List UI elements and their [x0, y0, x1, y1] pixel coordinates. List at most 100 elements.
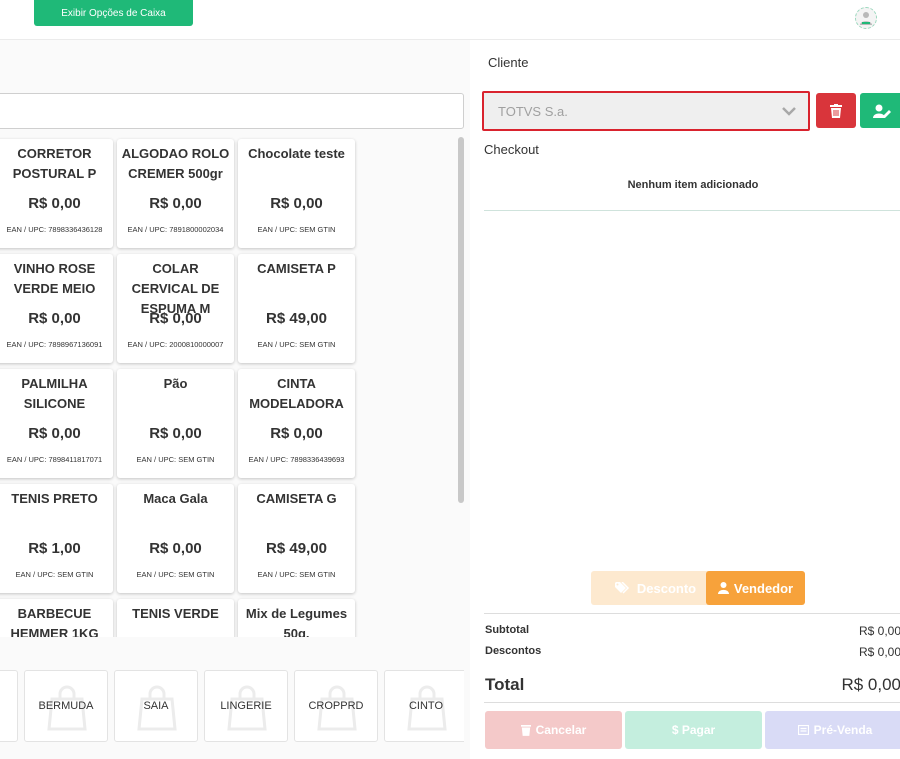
edit-client-button[interactable] [860, 93, 900, 128]
category-card[interactable] [0, 670, 18, 742]
category-bar: BERMUDA SAIA LINGERIE CROPPRD CINTO [0, 670, 464, 746]
divider [484, 613, 900, 614]
subtotal-row: Subtotal R$ 0,00 [485, 624, 900, 638]
product-grid-viewport: CORRETOR POSTURAL P R$ 0,00 EAN / UPC: 789… [0, 137, 458, 637]
category-card[interactable]: LINGERIE [204, 670, 288, 742]
product-name: TENIS VERDE [132, 606, 219, 621]
seller-button[interactable]: Vendedor [706, 571, 805, 605]
client-label: Cliente [488, 55, 529, 70]
pre-sale-button[interactable]: Pré-Venda [765, 711, 900, 749]
product-ean: EAN / UPC: 2000810000007 [127, 340, 224, 349]
checkout-label: Checkout [484, 142, 539, 157]
remove-client-button[interactable] [816, 93, 856, 128]
product-card[interactable]: CINTA MODELADORA R$ 0,00 EAN / UPC: 789833… [238, 369, 355, 478]
product-name: CORRETOR POSTURAL P [12, 146, 97, 181]
empty-cart-message: Nenhum item adicionado [627, 179, 759, 191]
product-ean: EAN / UPC: SEM GTIN [15, 570, 94, 579]
show-cash-options-button[interactable]: Exibir Opções de Caixa [34, 0, 193, 26]
pay-label: $ Pagar [671, 723, 716, 737]
tags-icon [614, 582, 629, 594]
discount-label: Desconto [636, 580, 697, 596]
client-select[interactable]: TOTVS S.a. [482, 91, 810, 131]
cancel-button[interactable]: Cancelar [485, 711, 622, 749]
product-ean: EAN / UPC: SEM GTIN [136, 570, 215, 579]
product-card[interactable]: VINHO ROSE VERDE MEIO R$ 0,00 EAN / UPC: 7… [0, 254, 113, 363]
product-card[interactable]: BARBECUE HEMMER 1KG [0, 599, 113, 637]
product-name: ALGODAO ROLO CREMER 500gr [121, 146, 230, 181]
category-label: LINGERIE [220, 700, 272, 712]
product-grid: CORRETOR POSTURAL P R$ 0,00 EAN / UPC: 789… [0, 139, 355, 637]
total-row: Total R$ 0,00 [485, 675, 900, 695]
product-ean: EAN / UPC: SEM GTIN [257, 570, 336, 579]
product-name: PALMILHA SILICONE [21, 376, 88, 411]
product-card[interactable]: CAMISETA P R$ 49,00 EAN / UPC: SEM GTIN [238, 254, 355, 363]
divider [484, 702, 900, 703]
product-price: R$ 0,00 [149, 195, 202, 212]
product-name: Pão [163, 376, 188, 391]
product-name: Chocolate teste [248, 146, 345, 161]
product-name: Mix de Legumes 50g. [245, 606, 348, 637]
product-price: R$ 0,00 [270, 195, 323, 212]
pay-button[interactable]: $ Pagar [625, 711, 762, 749]
category-label: CINTO [408, 700, 444, 712]
product-card[interactable]: COLAR CERVICAL DE ESPUMA M R$ 0,00 EAN / U… [117, 254, 234, 363]
user-edit-icon [873, 104, 891, 118]
product-ean: EAN / UPC: 7898967136091 [6, 340, 103, 349]
product-panel: CORRETOR POSTURAL P R$ 0,00 EAN / UPC: 789… [0, 40, 470, 759]
product-ean: EAN / UPC: SEM GTIN [136, 455, 215, 464]
pre-sale-label: Pré-Venda [813, 723, 873, 737]
checkout-panel: Cliente TOTVS S.a. Checkout Nenhum item … [470, 40, 900, 759]
product-name: CAMISETA G [256, 491, 337, 506]
product-card[interactable]: ALGODAO ROLO CREMER 500gr R$ 0,00 EAN / UP… [117, 139, 234, 248]
product-price: R$ 0,00 [28, 195, 81, 212]
product-name: TENIS PRETO [11, 491, 98, 506]
product-price: R$ 0,00 [270, 425, 323, 442]
product-price: R$ 0,00 [28, 425, 81, 442]
product-name: BARBECUE HEMMER 1KG [10, 606, 99, 637]
discounts-value: R$ 0,00 [858, 645, 900, 659]
discounts-row: Descontos R$ 0,00 [485, 645, 900, 659]
product-grid-scrollbar[interactable] [458, 137, 464, 503]
client-selected-value: TOTVS S.a. [498, 103, 568, 119]
top-bar: Exibir Opções de Caixa [0, 0, 900, 40]
product-name: CAMISETA P [257, 261, 336, 276]
product-card[interactable]: Pão R$ 0,00 EAN / UPC: SEM GTIN [117, 369, 234, 478]
discounts-label: Descontos [485, 645, 542, 657]
product-name: CINTA MODELADORA [249, 376, 344, 411]
product-card[interactable]: TENIS PRETO R$ 1,00 EAN / UPC: SEM GTIN [0, 484, 113, 593]
trash-icon [520, 725, 531, 736]
product-card[interactable]: Mix de Legumes 50g. [238, 599, 355, 637]
category-card[interactable]: BERMUDA [24, 670, 108, 742]
product-ean: EAN / UPC: 7898411817071 [6, 455, 103, 464]
category-label: BERMUDA [38, 700, 94, 712]
trash-icon [830, 103, 842, 118]
product-ean: EAN / UPC: SEM GTIN [257, 340, 336, 349]
user-avatar-icon[interactable] [855, 7, 877, 29]
product-card[interactable]: CORRETOR POSTURAL P R$ 0,00 EAN / UPC: 789… [0, 139, 113, 248]
total-label: Total [485, 675, 525, 694]
category-card[interactable]: CINTO [384, 670, 464, 742]
chevron-down-icon [782, 107, 796, 116]
product-search-input[interactable] [0, 93, 464, 129]
subtotal-label: Subtotal [485, 624, 529, 636]
user-icon [717, 582, 729, 594]
product-ean: EAN / UPC: SEM GTIN [257, 225, 336, 234]
product-card[interactable]: TENIS VERDE [117, 599, 234, 637]
product-price: R$ 49,00 [266, 540, 327, 557]
product-price: R$ 0,00 [28, 310, 81, 327]
product-card[interactable]: Maca Gala R$ 0,00 EAN / UPC: SEM GTIN [117, 484, 234, 593]
total-value: R$ 0,00 [841, 675, 900, 694]
seller-label: Vendedor [733, 580, 794, 596]
cancel-label: Cancelar [535, 723, 587, 737]
product-name: VINHO ROSE VERDE MEIO [13, 261, 96, 296]
discount-button[interactable]: Desconto [591, 571, 720, 605]
product-card[interactable]: PALMILHA SILICONE R$ 0,00 EAN / UPC: 78984… [0, 369, 113, 478]
product-card[interactable]: CAMISETA G R$ 49,00 EAN / UPC: SEM GTIN [238, 484, 355, 593]
category-card[interactable]: CROPPRD [294, 670, 378, 742]
category-card[interactable]: SAIA [114, 670, 198, 742]
divider [484, 210, 900, 211]
receipt-icon [797, 725, 809, 735]
category-label: SAIA [143, 700, 169, 712]
product-ean: EAN / UPC: 7898336439693 [248, 455, 345, 464]
product-card[interactable]: Chocolate teste R$ 0,00 EAN / UPC: SEM GTI… [238, 139, 355, 248]
